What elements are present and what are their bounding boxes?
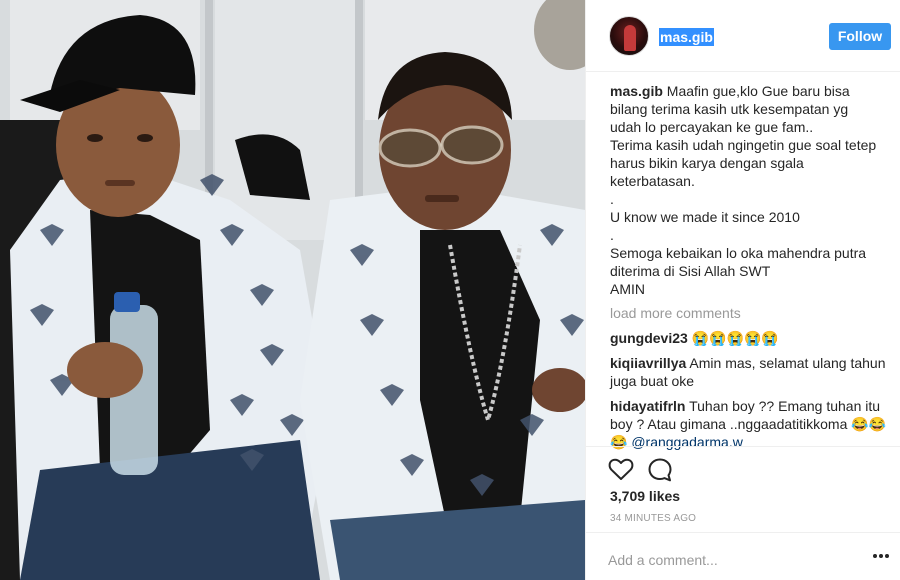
photo-illustration — [0, 0, 585, 580]
comment-item: kiqiiavrillya Amin mas, selamat ulang ta… — [610, 354, 890, 390]
post-side-panel: mas.gib Follow mas.gib Maafin gue,klo Gu… — [585, 0, 900, 580]
comment-username[interactable]: kiqiiavrillya — [610, 355, 686, 371]
avatar[interactable] — [609, 16, 649, 56]
caption-line: bilang terima kasih utk kesempatan yg — [610, 101, 849, 117]
comment-bubble-icon[interactable] — [647, 457, 673, 483]
caption-username[interactable]: mas.gib — [610, 83, 663, 99]
caption-line: Semoga kebaikan lo oka mahendra putra — [610, 245, 867, 261]
caption-line: Terima kasih udah ngingetin gue soal tet… — [610, 137, 877, 153]
comment-text: 😭😭😭😭😭 — [691, 330, 779, 346]
comment-item: gungdevi23 😭😭😭😭😭 — [610, 329, 890, 347]
caption-line: udah lo percayakan ke gue fam.. — [610, 119, 814, 135]
add-comment-bar — [586, 532, 900, 580]
heart-icon[interactable] — [608, 457, 634, 481]
likes-count[interactable]: 3,709 likes — [610, 488, 680, 504]
caption-line: . — [610, 227, 614, 243]
caption-line: . — [610, 191, 614, 207]
more-options-icon[interactable] — [873, 554, 889, 560]
post-header: mas.gib Follow — [586, 0, 900, 72]
comment-item: hidayatifrln Tuhan boy ?? Emang tuhan it… — [610, 397, 890, 451]
caption-line: diterima di Sisi Allah SWT — [610, 263, 771, 279]
add-comment-input[interactable] — [608, 549, 848, 571]
caption-line: mas.gib Maafin gue,klo Gue baru bisa — [610, 83, 850, 99]
load-more-comments-link[interactable]: load more comments — [610, 304, 890, 322]
caption-line: keterbatasan. — [610, 173, 695, 189]
header-username[interactable]: mas.gib — [659, 28, 714, 46]
caption-line: AMIN — [610, 281, 645, 297]
comments-section: mas.gib Maafin gue,klo Gue baru bisa bil… — [610, 82, 890, 451]
comment-username[interactable]: hidayatifrln — [610, 398, 685, 414]
comment-username[interactable]: gungdevi23 — [610, 330, 688, 346]
follow-button[interactable]: Follow — [829, 23, 891, 50]
post-actions: 3,709 likes 34 MINUTES AGO — [586, 446, 900, 524]
post-photo — [0, 0, 585, 580]
post-timestamp[interactable]: 34 MINUTES AGO — [610, 513, 696, 524]
caption-line: U know we made it since 2010 — [610, 209, 800, 225]
caption-line: harus bikin karya dengan sgala — [610, 155, 804, 171]
caption: mas.gib Maafin gue,klo Gue baru bisa bil… — [610, 82, 890, 298]
